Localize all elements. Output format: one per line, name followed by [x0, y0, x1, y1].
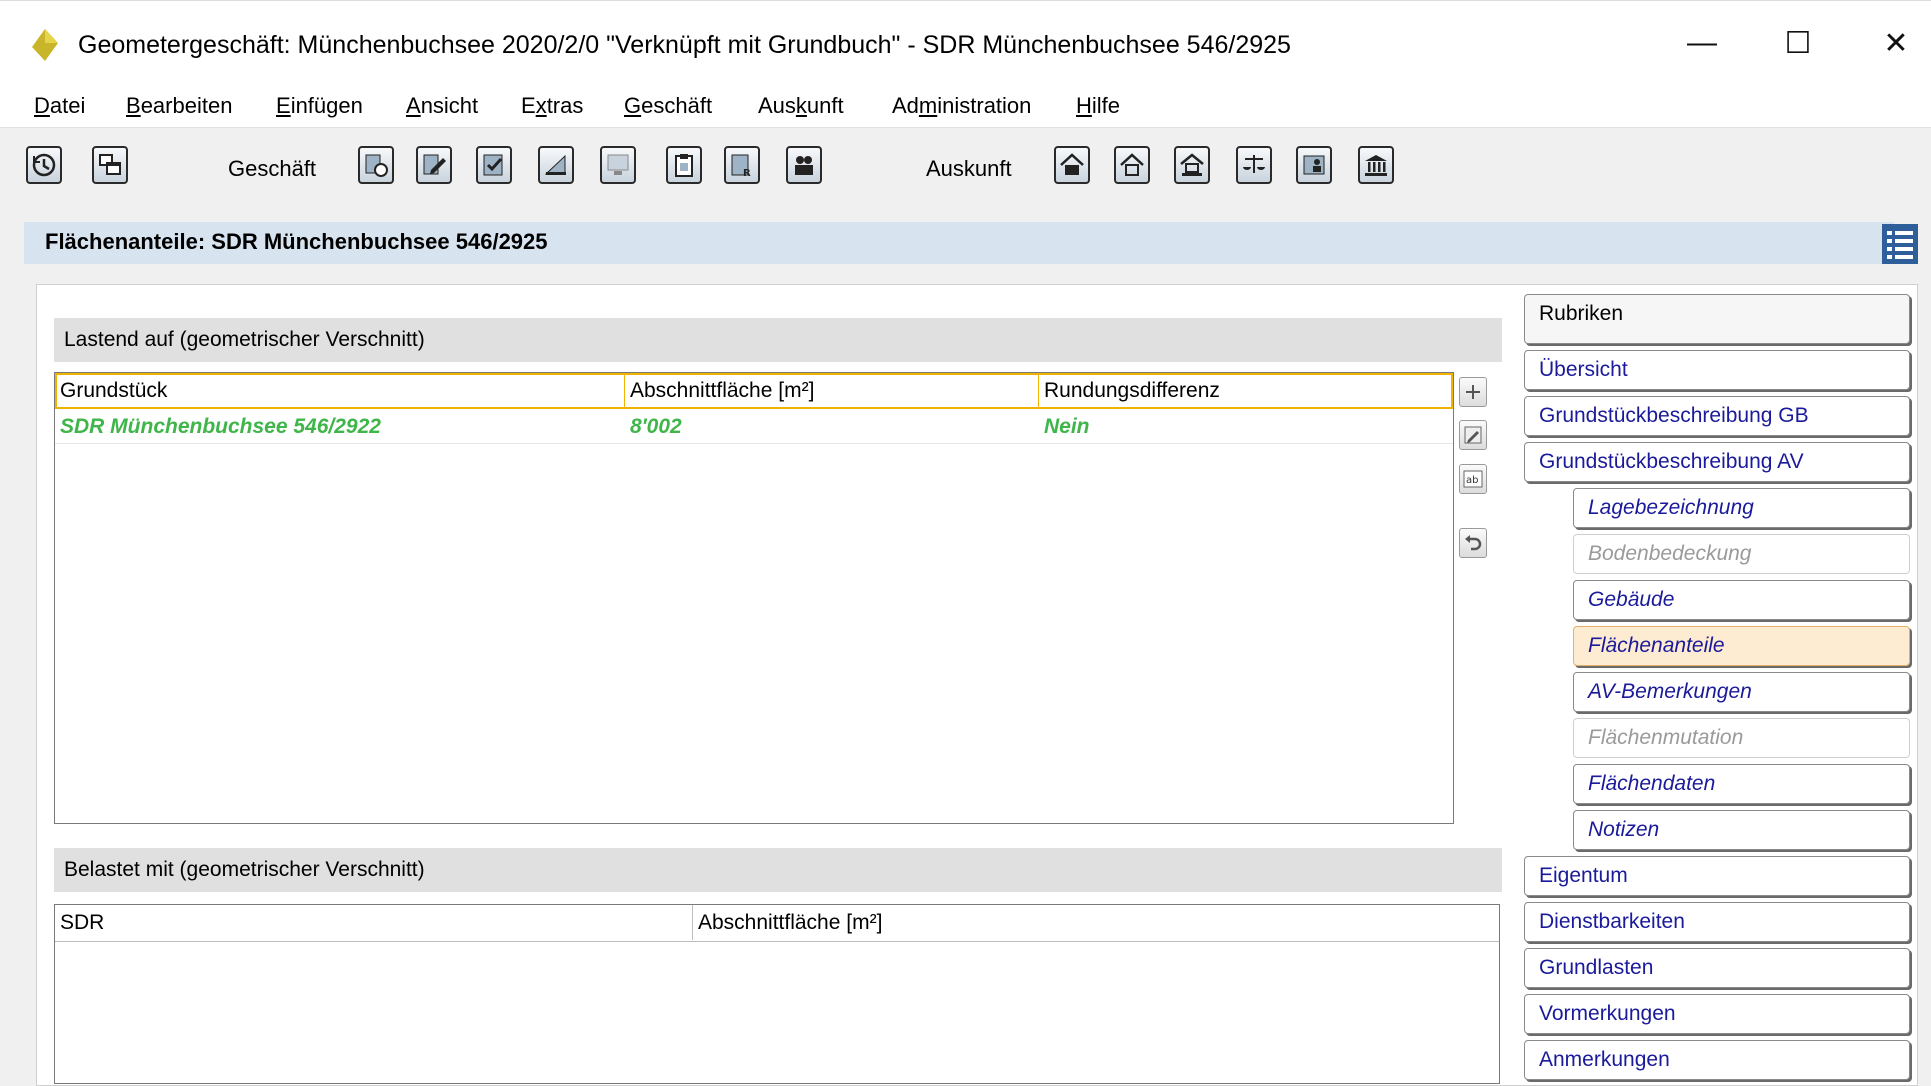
cell-rundungsdifferenz: Nein [1044, 415, 1090, 438]
menu-bar: Datei Bearbeiten Einfügen Ansicht Extras Gesc… [0, 87, 1931, 128]
rubrik-12[interactable]: Dienstbarkeiten [1524, 902, 1910, 942]
column-header-rundungsdifferenz[interactable]: Rundungsdifferenz [1039, 373, 1453, 408]
plus-icon [1466, 385, 1480, 399]
report-clock-icon[interactable] [358, 146, 394, 184]
rubrik-6[interactable]: Flächenanteile [1573, 626, 1910, 666]
menu-item-1[interactable]: Bearbeiten [126, 93, 232, 119]
belastet-mit-table[interactable]: SDR Abschnittfläche [m²] [54, 904, 1500, 1084]
edit-button[interactable] [1459, 420, 1487, 450]
list-view-icon[interactable] [1880, 222, 1920, 266]
clipboard-icon[interactable] [666, 146, 702, 184]
close-button[interactable]: ✕ [1866, 21, 1926, 65]
toolbar: Geschäft R Auskunft [0, 128, 1931, 202]
rubrik-9[interactable]: Flächendaten [1573, 764, 1910, 804]
rubrik-14[interactable]: Vormerkungen [1524, 994, 1910, 1034]
menu-item-8[interactable]: Hilfe [1076, 93, 1120, 119]
ruler-icon[interactable] [538, 146, 574, 184]
report-search-icon[interactable]: R [724, 146, 760, 184]
house-columns-icon[interactable] [1174, 146, 1210, 184]
text-replace-icon: ab [1463, 470, 1483, 488]
toolbar-geschaeft-label: Geschäft [228, 156, 317, 181]
monitor-icon[interactable] [600, 146, 636, 184]
menu-item-6[interactable]: Auskunft [758, 93, 844, 119]
table-row[interactable]: SDR Münchenbuchsee 546/2922 8'002 Nein [55, 409, 1453, 444]
column-header-grundstueck[interactable]: Grundstück [55, 373, 625, 408]
cell-abschnittflaeche: 8'002 [630, 415, 682, 438]
menu-item-0[interactable]: Datei [34, 93, 85, 119]
menu-item-5[interactable]: Geschäft [624, 93, 712, 119]
menu-item-4[interactable]: Extras [521, 93, 583, 119]
rubrik-11[interactable]: Eigentum [1524, 856, 1910, 896]
rubrik-0[interactable]: Übersicht [1524, 350, 1910, 390]
section-lastend-auf-header: Lastend auf (geometrischer Verschnitt) [54, 318, 1502, 362]
document-edit-icon[interactable] [416, 146, 452, 184]
page-title: Flächenanteile: SDR Münchenbuchsee 546/2… [45, 229, 548, 254]
svg-text:ab: ab [1466, 475, 1478, 486]
window-title: Geometergeschäft: Münchenbuchsee 2020/2/… [78, 31, 1291, 59]
house-icon[interactable] [1054, 146, 1090, 184]
window-tile-icon[interactable] [92, 146, 128, 184]
rubrik-5[interactable]: Gebäude [1573, 580, 1910, 620]
bank-icon[interactable] [1358, 146, 1394, 184]
replace-button[interactable]: ab [1459, 464, 1487, 494]
add-button[interactable] [1459, 377, 1487, 407]
toolbar-auskunft-label: Auskunft [926, 156, 1012, 181]
rubrik-8: Flächenmutation [1573, 718, 1910, 758]
title-bar: Geometergeschäft: Münchenbuchsee 2020/2/… [0, 0, 1931, 88]
column-header-abschnittflaeche-2[interactable]: Abschnittfläche [m²] [693, 905, 1499, 940]
rubrik-15[interactable]: Anmerkungen [1524, 1040, 1910, 1080]
checklist-icon[interactable] [476, 146, 512, 184]
minimize-button[interactable]: — [1672, 21, 1732, 65]
column-header-sdr[interactable]: SDR [55, 905, 693, 940]
rubrik-4: Bodenbedeckung [1573, 534, 1910, 574]
person-card-icon[interactable] [1296, 146, 1332, 184]
rubrik-7[interactable]: AV-Bemerkungen [1573, 672, 1910, 712]
cell-grundstueck: SDR Münchenbuchsee 546/2922 [60, 415, 381, 438]
menu-item-7[interactable]: Administration [892, 93, 1031, 119]
rubrik-13[interactable]: Grundlasten [1524, 948, 1910, 988]
rubriken-header: Rubriken [1524, 294, 1910, 344]
section-belastet-mit-header: Belastet mit (geometrischer Verschnitt) [54, 848, 1502, 892]
app-logo-icon [32, 29, 58, 61]
undo-button[interactable] [1459, 528, 1487, 558]
rubrik-10[interactable]: Notizen [1573, 810, 1910, 850]
rubrik-1[interactable]: Grundstückbeschreibung GB [1524, 396, 1910, 436]
scales-icon[interactable] [1236, 146, 1272, 184]
rubrik-3[interactable]: Lagebezeichnung [1573, 488, 1910, 528]
menu-item-3[interactable]: Ansicht [406, 93, 478, 119]
history-icon[interactable] [26, 146, 62, 184]
house-outline-icon[interactable] [1114, 146, 1150, 184]
rubrik-2[interactable]: Grundstückbeschreibung AV [1524, 442, 1910, 482]
menu-item-2[interactable]: Einfügen [276, 93, 363, 119]
people-icon[interactable] [786, 146, 822, 184]
svg-text:R: R [743, 168, 751, 178]
column-header-abschnittflaeche[interactable]: Abschnittfläche [m²] [625, 373, 1039, 408]
pencil-icon [1464, 426, 1482, 444]
lastend-auf-table[interactable]: Grundstück Abschnittfläche [m²] Rundungs… [54, 372, 1454, 824]
maximize-button[interactable]: ☐ [1768, 21, 1828, 65]
undo-icon [1465, 535, 1482, 551]
